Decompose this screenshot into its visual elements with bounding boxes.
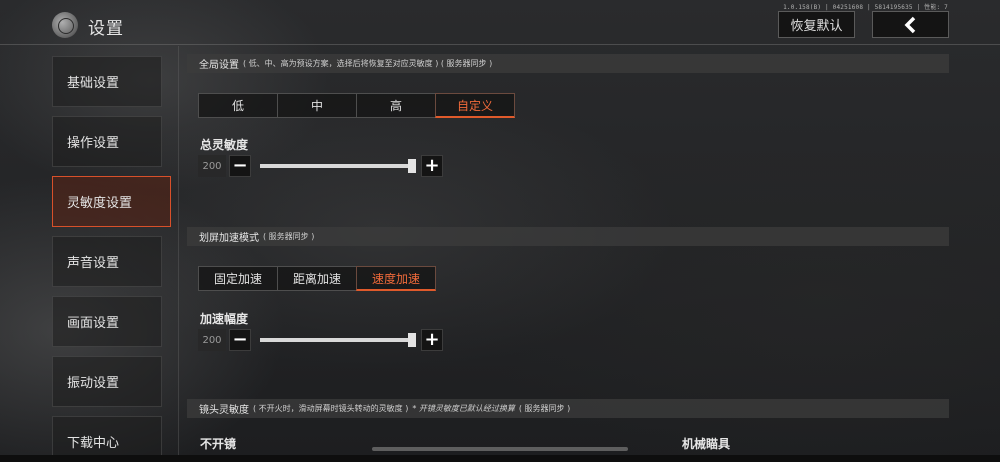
swipe-mode-selector: 固定加速 距离加速 速度加速	[198, 266, 436, 291]
total-sensitivity-decrease-button[interactable]: −	[229, 155, 251, 177]
sidebar-item-label: 下载中心	[67, 436, 120, 451]
section-note-tail: ( 服务器同步 )	[518, 404, 571, 413]
sidebar-item-label: 声音设置	[67, 256, 120, 271]
bottom-bar	[0, 455, 1000, 462]
preset-custom-option[interactable]: 自定义	[435, 93, 515, 118]
section-note: ( 低、中、高为预设方案，选择后将恢复至对应灵敏度 ) ( 服务器同步 )	[243, 59, 493, 68]
total-sensitivity-label: 总灵敏度	[200, 138, 249, 152]
total-sensitivity-increase-button[interactable]: +	[421, 155, 443, 177]
preset-medium-option[interactable]: 中	[277, 93, 357, 118]
sidebar-item-sensitivity[interactable]: 灵敏度设置	[52, 176, 171, 227]
preset-low-option[interactable]: 低	[198, 93, 278, 118]
sidebar-item-label: 振动设置	[67, 376, 120, 391]
settings-logo-icon	[52, 12, 78, 38]
accel-amount-slider-row: 200 − +	[198, 329, 448, 351]
section-note-emphasis: * 开镜灵敏度已默认经过换算	[412, 404, 515, 413]
preset-high-option[interactable]: 高	[356, 93, 436, 118]
section-title: 全局设置	[199, 60, 239, 71]
speed-accel-option[interactable]: 速度加速	[356, 266, 436, 291]
iron-sight-label: 机械瞄具	[682, 437, 731, 451]
global-settings-header: 全局设置 ( 低、中、高为预设方案，选择后将恢复至对应灵敏度 ) ( 服务器同步…	[187, 54, 949, 73]
sidebar-item-label: 基础设置	[67, 76, 120, 91]
distance-accel-option[interactable]: 距离加速	[277, 266, 357, 291]
sidebar-item-label: 操作设置	[67, 136, 120, 151]
section-title: 划屏加速模式	[199, 233, 259, 244]
sidebar-item-label: 画面设置	[67, 316, 120, 331]
total-sensitivity-value: 200	[198, 155, 226, 177]
scroll-indicator[interactable]	[372, 447, 628, 451]
camera-sensitivity-header: 镜头灵敏度 ( 不开火时，滑动屏幕时镜头转动的灵敏度 ) * 开镜灵敏度已默认经…	[187, 399, 949, 418]
sidebar-divider	[178, 46, 179, 462]
fixed-accel-option[interactable]: 固定加速	[198, 266, 278, 291]
sidebar-item-label: 灵敏度设置	[67, 196, 133, 211]
slider-thumb[interactable]	[408, 159, 416, 173]
sidebar-item-basic[interactable]: 基础设置	[52, 56, 162, 107]
chevron-left-icon	[904, 16, 915, 33]
global-preset-selector: 低 中 高 自定义	[198, 93, 515, 118]
accel-amount-increase-button[interactable]: +	[421, 329, 443, 351]
sidebar-item-controls[interactable]: 操作设置	[52, 116, 162, 167]
swipe-accel-header: 划屏加速模式 ( 服务器同步 )	[187, 227, 949, 246]
slider-fill	[260, 164, 412, 168]
accel-amount-label: 加速幅度	[200, 312, 249, 326]
section-title: 镜头灵敏度	[199, 405, 249, 416]
accel-amount-value: 200	[198, 329, 226, 351]
version-info: 1.0.158(B) | 04251608 | 5814195635 | 性能:…	[783, 4, 948, 11]
sidebar-item-vibration[interactable]: 振动设置	[52, 356, 162, 407]
sidebar-item-sound[interactable]: 声音设置	[52, 236, 162, 287]
total-sensitivity-slider-row: 200 − +	[198, 155, 448, 177]
restore-defaults-button[interactable]: 恢复默认	[778, 11, 855, 38]
no-scope-label: 不开镜	[200, 437, 237, 451]
slider-thumb[interactable]	[408, 333, 416, 347]
slider-fill	[260, 338, 412, 342]
page-title: 设置	[88, 19, 124, 39]
accel-amount-decrease-button[interactable]: −	[229, 329, 251, 351]
total-sensitivity-slider[interactable]	[260, 159, 416, 173]
sidebar-item-graphics[interactable]: 画面设置	[52, 296, 162, 347]
section-note: ( 不开火时，滑动屏幕时镜头转动的灵敏度 )	[253, 404, 409, 413]
accel-amount-slider[interactable]	[260, 333, 416, 347]
back-button[interactable]	[872, 11, 949, 38]
section-note: ( 服务器同步 )	[263, 232, 315, 241]
header-divider	[0, 44, 1000, 45]
